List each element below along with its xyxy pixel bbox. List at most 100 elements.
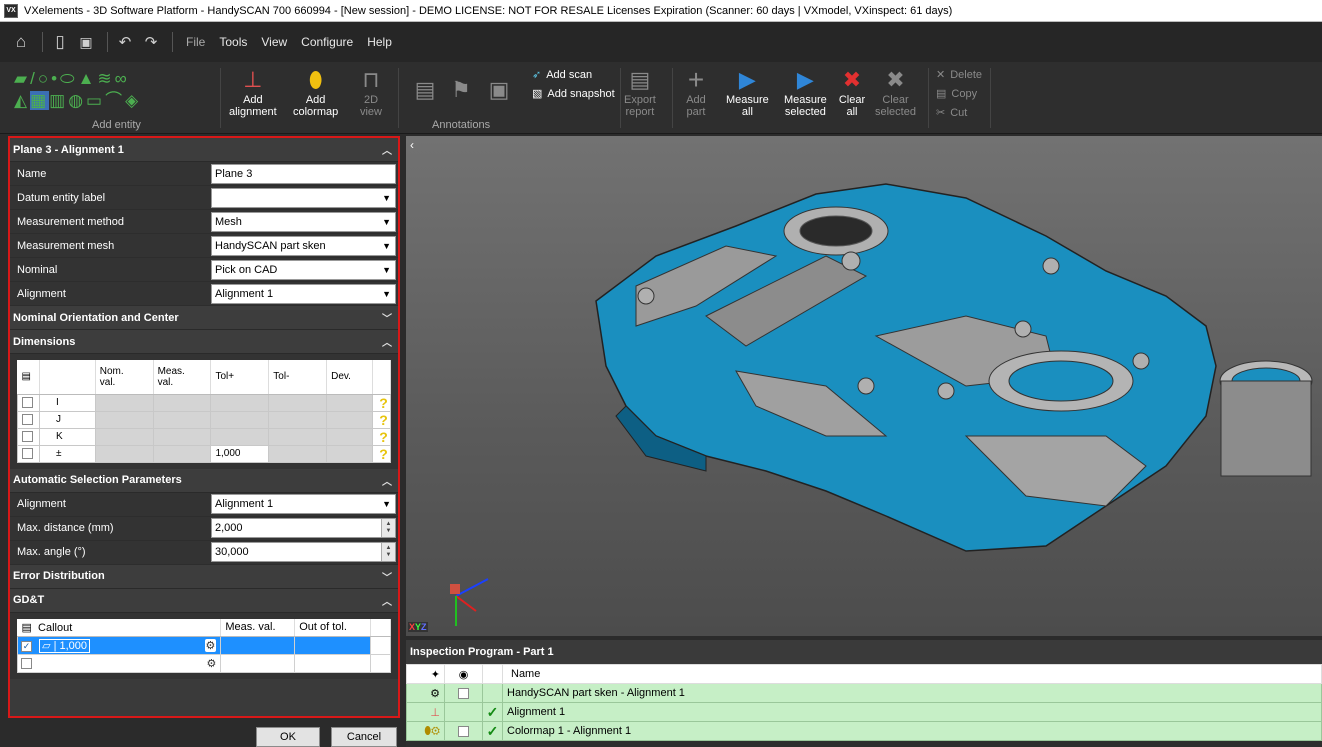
annotation-box-icon[interactable]: ▤ [410,76,440,104]
ok-button[interactable]: OK [256,727,320,747]
table-row[interactable]: ⚙ [16,654,391,673]
rectangle-entity-icon[interactable]: ▭ [86,91,105,110]
section-header-nominal[interactable]: Nominal Orientation and Center ﹀ [10,306,398,330]
measurement-mesh-dropdown[interactable]: HandySCAN part sken ▼ [211,235,396,256]
export-report-button[interactable]: ▤ Export report [624,66,656,119]
section-header-error-distribution[interactable]: Error Distribution ﹀ [10,564,398,589]
chevron-up-icon[interactable]: ︿ [382,334,392,349]
2d-view-button[interactable]: ⊓ 2D view [356,66,386,119]
undo-icon[interactable]: ↶ [114,31,136,53]
cut-button[interactable]: ✂ Cut [936,106,967,120]
nominal-cell[interactable] [94,427,154,446]
annotation-label-icon[interactable]: ▣ [484,76,514,104]
cone-entity-icon[interactable]: ▲ [78,69,98,88]
auto-alignment-dropdown[interactable]: Alignment 1 ▼ [211,494,396,514]
add-part-button[interactable]: + Add part [681,66,711,119]
tol-minus-cell[interactable] [268,444,328,463]
section-header-auto-selection[interactable]: Automatic Selection Parameters ︿ [10,468,398,493]
sphere-entity-icon[interactable]: ◍ [68,91,86,110]
tol-plus-cell[interactable] [210,393,270,412]
menu-help[interactable]: Help [360,35,399,49]
callout-cell[interactable]: ✓ ▱ | 1,000 ⚙ [16,636,222,655]
tol-minus-cell[interactable] [268,427,328,446]
alignment-dropdown[interactable]: Alignment 1 ▼ [211,283,396,304]
add-colormap-button[interactable]: ⬮ Add colormap [293,66,338,119]
menu-tools[interactable]: Tools [212,35,254,49]
3d-viewport[interactable]: ‹ XYZ [406,136,1322,636]
curve-entity-icon[interactable]: ≋ [97,69,114,88]
nominal-cell[interactable] [94,393,154,412]
new-document-icon[interactable]: ▯ [49,31,71,53]
row-checkbox[interactable] [22,413,33,425]
row-checkbox[interactable] [22,447,33,459]
triangle-entity-icon[interactable]: ◭ [14,91,30,110]
measure-selected-button[interactable]: ▶ Measure selected [784,66,827,119]
tol-plus-cell[interactable] [210,410,270,429]
name-input[interactable]: Plane 3 [211,163,396,184]
menu-file[interactable]: File [179,35,212,49]
table-row[interactable]: ⬮⚙ ✓ Colormap 1 - Alignment 1 [406,721,1322,741]
menu-view[interactable]: View [254,35,294,49]
max-angle-stepper[interactable]: 30,000 ▲ ▼ [211,542,396,562]
tol-minus-cell[interactable] [268,393,328,412]
slots-entity-icon[interactable]: ∞ [115,69,130,88]
visibility-checkbox-cell[interactable] [444,702,483,722]
visibility-checkbox-cell[interactable] [444,721,483,741]
delete-button[interactable]: ✕ Delete [936,68,982,82]
spinner-arrows-icon[interactable]: ▲ ▼ [381,519,395,537]
chevron-up-icon[interactable]: ︿ [382,473,392,488]
table-row[interactable]: ⊥ ✓ Alignment 1 [406,702,1322,722]
grid-entity-icon[interactable]: ▦ [30,91,50,110]
max-distance-stepper[interactable]: 2,000 ▲ ▼ [211,518,396,538]
column-menu-icon[interactable]: ▤ [17,360,40,395]
chevron-up-icon[interactable]: ︿ [382,593,392,608]
save-icon[interactable]: ▣ [75,31,97,53]
visibility-checkbox-cell[interactable] [444,683,483,703]
annotation-flag-icon[interactable]: ⚑ [446,76,476,104]
chevron-down-icon[interactable]: ﹀ [382,569,392,584]
circle-entity-icon[interactable]: ○ [38,69,51,88]
clear-selected-button[interactable]: ✖ Clear selected [875,66,916,119]
surface-entity-icon[interactable]: ◈ [125,91,141,110]
row-checkbox[interactable] [22,396,33,408]
callout-settings-icon[interactable]: ⚙ [207,657,217,670]
section-header-gdt[interactable]: GD&T ︿ [10,588,398,613]
row-checkbox[interactable] [21,657,32,669]
point-entity-icon[interactable]: • [51,69,60,88]
plane-entity-icon[interactable]: ▰ [14,69,30,88]
tol-minus-cell[interactable] [268,410,328,429]
row-checkbox[interactable] [22,430,33,442]
copy-button[interactable]: ▤ Copy [936,87,977,101]
datum-label-dropdown[interactable]: ▼ [211,187,396,208]
add-snapshot-button[interactable]: ▧ Add snapshot [532,87,615,101]
tol-plus-cell[interactable]: 1,000 [210,444,270,463]
chevron-up-icon[interactable]: ︿ [382,142,392,157]
measurement-method-dropdown[interactable]: Mesh ▼ [211,211,396,232]
tol-plus-cell[interactable] [210,427,270,446]
nominal-cell[interactable] [94,410,154,429]
add-scan-button[interactable]: ➶ Add scan [532,68,592,82]
nominal-cell[interactable] [94,444,154,463]
ellipse-entity-icon[interactable]: ⬭ [60,69,78,88]
home-icon[interactable]: ⌂ [10,31,32,53]
nominal-dropdown[interactable]: Pick on CAD ▼ [211,259,396,280]
visibility-eye-icon[interactable]: ◉ [444,664,483,684]
column-menu-icon[interactable]: ▤ [22,622,32,634]
chevron-down-icon[interactable]: ﹀ [382,310,392,325]
clear-all-button[interactable]: ✖ Clear all [837,66,867,119]
visibility-checkbox[interactable] [458,687,469,699]
redo-icon[interactable]: ↷ [140,31,162,53]
row-checkbox-checked[interactable]: ✓ [21,640,32,652]
line-entity-icon[interactable]: / [30,69,38,88]
section-header-dimensions[interactable]: Dimensions ︿ [10,330,398,354]
add-alignment-button[interactable]: ⊥ Add alignment [229,66,277,119]
callout-cell[interactable]: ⚙ [16,654,222,673]
table-row[interactable]: ✓ ▱ | 1,000 ⚙ ? [16,636,391,655]
spinner-arrows-icon[interactable]: ▲ ▼ [381,543,395,561]
cylinder-entity-icon[interactable]: ▥ [49,91,68,110]
callout-settings-icon[interactable]: ⚙ [204,639,217,652]
part-model-render[interactable] [406,136,1322,636]
polyline-entity-icon[interactable]: ⌒ [105,91,125,110]
cancel-button[interactable]: Cancel [331,727,397,747]
section-header-plane[interactable]: Plane 3 - Alignment 1 ︿ [10,138,398,162]
